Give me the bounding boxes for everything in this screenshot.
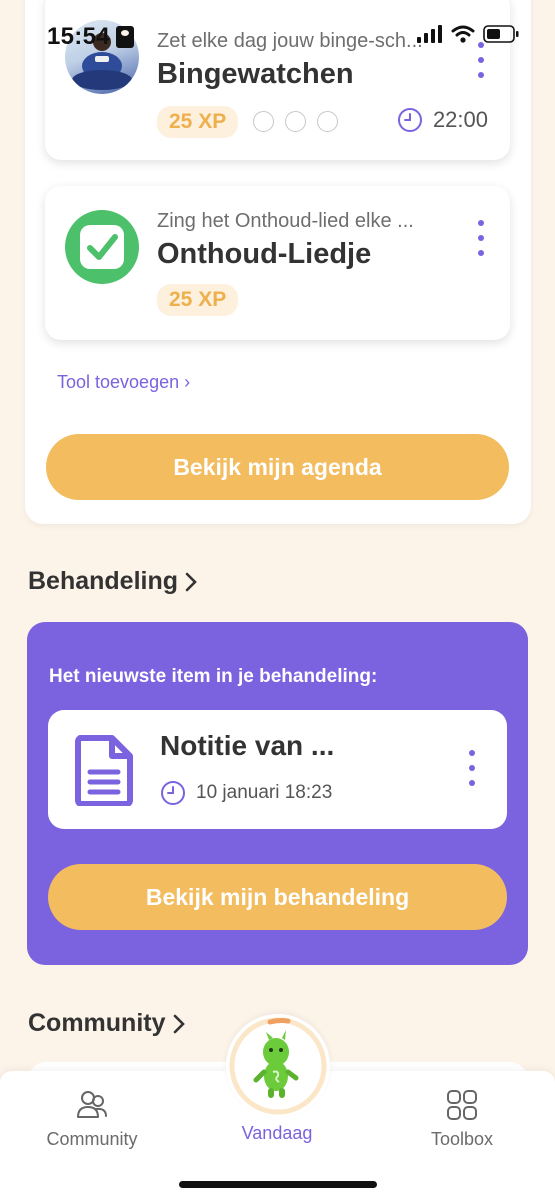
home-indicator: [179, 1181, 377, 1188]
status-bar: 15:54: [0, 0, 555, 70]
grid-icon: [447, 1090, 477, 1120]
nav-today[interactable]: Vandaag: [212, 1123, 342, 1144]
nav-today-label: Vandaag: [241, 1123, 313, 1143]
xp-badge: 25 XP: [157, 284, 239, 316]
checkmark-icon: [65, 210, 139, 284]
chevron-right-icon: ›: [184, 372, 191, 392]
nav-toolbox-label: Toolbox: [430, 1129, 494, 1149]
task-time-label: 22:00: [432, 107, 488, 132]
progress-dot: [253, 111, 274, 132]
status-icons: [417, 25, 519, 43]
clock-icon: [397, 108, 422, 132]
nav-community-label: Community: [46, 1129, 138, 1149]
progress-dot: [317, 111, 338, 132]
add-tool-link[interactable]: Tool toevoegen ›: [57, 372, 190, 393]
view-agenda-button[interactable]: Bekijk mijn agenda: [46, 434, 509, 500]
latest-item-date: 10 januari 18:23: [160, 780, 332, 806]
treatment-heading[interactable]: Behandeling: [28, 567, 198, 596]
add-tool-label: Tool toevoegen: [57, 372, 180, 392]
clock-icon: [161, 781, 185, 805]
chevron-right-icon: [173, 1014, 185, 1033]
people-icon: [77, 1091, 107, 1118]
progress-dots: [253, 111, 338, 132]
signal-icon: [417, 25, 442, 43]
mascot-button[interactable]: [226, 1014, 330, 1118]
task-time: 22:00: [397, 107, 488, 133]
status-time: 15:54: [47, 23, 110, 50]
latest-item-title: Notitie van ...: [160, 730, 335, 761]
more-options-icon[interactable]: [465, 750, 479, 786]
view-treatment-button[interactable]: Bekijk mijn behandeling: [48, 864, 507, 930]
mascot-icon: [229, 1017, 327, 1115]
nav-community[interactable]: Community: [27, 1089, 157, 1150]
treatment-intro: Het nieuwste item in je behandeling:: [49, 666, 378, 687]
document-icon: [75, 735, 133, 806]
chevron-right-icon: [185, 572, 197, 591]
task-subtitle: Zing het Onthoud-lied elke ...: [157, 210, 414, 232]
latest-item-date-label: 10 januari 18:23: [196, 782, 333, 803]
more-options-icon[interactable]: [474, 220, 488, 256]
treatment-heading-label: Behandeling: [28, 567, 179, 595]
task-card-onthoud-liedje[interactable]: Zing het Onthoud-lied elke ... Onthoud-L…: [45, 186, 510, 340]
task-title: Onthoud-Liedje: [157, 238, 372, 270]
latest-item-card[interactable]: Notitie van ... 10 januari 18:23: [48, 710, 507, 829]
progress-dot: [285, 111, 306, 132]
community-heading[interactable]: Community: [28, 1009, 186, 1038]
xp-badge: 25 XP: [157, 106, 239, 138]
id-card-icon: [116, 26, 134, 48]
wifi-icon: [451, 25, 475, 43]
community-heading-label: Community: [28, 1009, 166, 1037]
battery-icon: [483, 25, 519, 43]
nav-toolbox[interactable]: Toolbox: [397, 1089, 527, 1150]
treatment-card: Het nieuwste item in je behandeling: Not…: [27, 622, 528, 965]
